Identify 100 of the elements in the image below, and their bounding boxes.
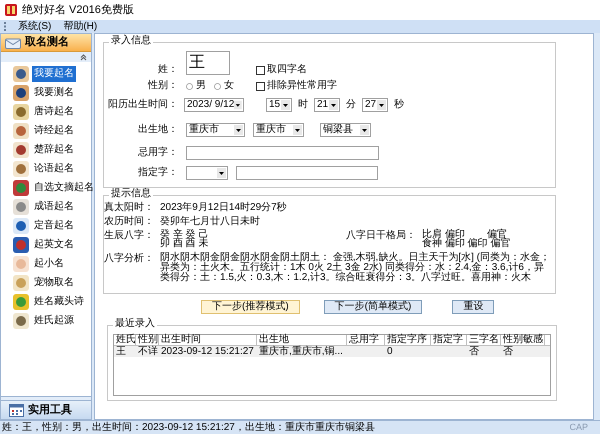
column-header[interactable]: 姓氏 <box>114 335 136 345</box>
minute-dropdown[interactable]: 21 <box>314 98 340 112</box>
sidebar-item[interactable]: 我要测名 <box>32 84 76 100</box>
radio-label: 女 <box>224 81 234 91</box>
emblem-icon <box>13 312 29 328</box>
pattern-text: 偏官 <box>486 230 507 239</box>
status-text: 姓：王，性别：男，出生时间：2023-09-12 15:21:27，出生地：重庆市重庆市铜梁县 <box>2 422 375 432</box>
field-label: 姓： <box>157 65 178 75</box>
place-dropdown[interactable]: 重庆市 <box>253 123 304 137</box>
field-label: 性别： <box>146 81 178 91</box>
table-cell: 否 <box>469 346 479 357</box>
field-label: 阳历出生时间： <box>107 100 178 110</box>
checkbox-label: 取四字名 <box>267 65 307 75</box>
sidebar-item[interactable]: 论语起名 <box>32 160 76 176</box>
bazi-text: 卯 酉 酉 未 <box>160 239 210 248</box>
column-header[interactable]: 三字名 <box>467 335 501 345</box>
column-header[interactable]: 指定字 <box>431 335 467 345</box>
info-text: 癸卯年七月廿八日未时 <box>160 216 260 227</box>
emblem-icon <box>13 256 29 272</box>
sidebar-item[interactable]: 楚辞起名 <box>32 142 76 158</box>
sidebar-footer[interactable]: 实用工具 <box>1 400 91 419</box>
second-dropdown[interactable]: 27 <box>362 98 388 112</box>
place-dropdown[interactable]: 重庆市 <box>186 123 245 137</box>
action-button[interactable]: 下一步(简单模式) <box>324 300 422 314</box>
group-title: 最近录入 <box>113 319 157 329</box>
status-indicator: CAP <box>569 423 588 432</box>
table-cell: 重庆市,重庆市,铜... <box>259 346 343 357</box>
emblem-icon <box>13 236 29 252</box>
emblem-icon <box>13 218 29 234</box>
checkbox-label: 排除异性常用字 <box>267 81 337 91</box>
action-button[interactable]: 下一步(推荐模式) <box>201 300 300 314</box>
unit-label: 秒 <box>394 100 404 110</box>
calendar-icon <box>9 404 24 416</box>
hour-dropdown[interactable]: 15 <box>266 98 292 112</box>
column-header[interactable]: 出生地 <box>257 335 347 345</box>
column-header[interactable]: 指定字序 <box>385 335 431 345</box>
table-cell: 王 <box>116 346 126 357</box>
radio-label: 男 <box>196 81 206 91</box>
unit-label: 时 <box>298 100 308 110</box>
sidebar-item[interactable]: 宠物取名 <box>32 274 76 290</box>
table-cell: 不详 <box>138 346 158 357</box>
sidebar-item[interactable]: 姓名藏头诗 <box>32 294 86 310</box>
sidebar-item[interactable]: 起小名 <box>32 256 66 272</box>
emblem-icon <box>13 104 29 120</box>
sidebar-item[interactable]: 起英文名 <box>32 236 76 252</box>
sidebar-item[interactable]: 唐诗起名 <box>32 104 76 120</box>
action-button[interactable]: 重设 <box>452 300 494 314</box>
emblem-icon <box>13 198 29 214</box>
sidebar-item[interactable]: 姓氏起源 <box>32 312 76 328</box>
table-cell: 否 <box>503 346 513 357</box>
checkbox[interactable] <box>256 66 265 74</box>
radio-button[interactable] <box>186 82 193 90</box>
info-text: 2023年9月12日14时29分7秒 <box>160 202 287 213</box>
date-picker[interactable]: 2023/ 9/12 <box>184 98 244 112</box>
emblem-icon <box>13 160 29 176</box>
sidebar-item[interactable]: 我要起名 <box>32 66 76 82</box>
column-header[interactable]: 性别 <box>136 335 159 345</box>
sidebar-item[interactable]: 成语起名 <box>32 198 76 214</box>
field-label: 生辰八字： <box>104 230 154 241</box>
column-header[interactable]: 性别敏感 <box>501 335 545 345</box>
table-cell: 0 <box>387 346 393 357</box>
column-header[interactable]: 出生时间 <box>159 335 257 345</box>
input-field[interactable] <box>236 166 378 180</box>
field-label: 指定字： <box>137 168 178 178</box>
checkbox[interactable] <box>256 82 265 90</box>
envelope-icon <box>5 36 21 49</box>
bazi-text: 癸 辛 癸 己 <box>160 230 210 239</box>
pattern-text: 比肩 偏印 <box>422 230 465 239</box>
surname-field[interactable]: 王 <box>186 51 230 75</box>
emblem-icon <box>13 274 29 290</box>
dropdown[interactable] <box>186 166 228 180</box>
emblem-icon <box>13 122 29 138</box>
sidebar-item[interactable]: 定音起名 <box>32 218 76 234</box>
sidebar-item[interactable]: 诗经起名 <box>32 122 76 138</box>
field-label: 真太阳时： <box>104 202 154 213</box>
field-label: 八字分析： <box>104 253 154 264</box>
sidebar-item[interactable]: 自选文摘起名 <box>32 180 96 196</box>
emblem-icon <box>13 180 29 196</box>
menu-item[interactable]: 系统(S) <box>18 22 52 32</box>
input-field[interactable] <box>186 146 379 160</box>
field-label: 忌用字： <box>137 148 178 158</box>
group-title: 提示信息 <box>109 189 153 199</box>
place-dropdown[interactable]: 铜梁县 <box>320 123 371 137</box>
emblem-icon <box>13 84 29 100</box>
unit-label: 分 <box>346 100 356 110</box>
pattern-text: 食神 偏印 偏印 偏官 <box>422 239 510 248</box>
field-label: 八字日干格局： <box>346 230 416 241</box>
sidebar-header[interactable]: 取名测名 <box>1 34 91 52</box>
app-logo-icon <box>4 3 18 17</box>
analysis-text: 阴水阴木阴金阴金阴水阴金阴土阴土： 金强,木弱,缺火。日主天干为[水] (同类为：水金；异类为：土火木。五行统计：1木 0火 2土 3金 2水) 同类得分：水：2.4,金：3.6,计6，异类得分：土：1.5,火：0.3,木：1.2,计3。综合旺衰得分：3。八字过旺。喜用神：火木 <box>160 253 550 283</box>
field-label: 出生地： <box>137 125 178 135</box>
group-title: 录入信息 <box>109 36 153 46</box>
emblem-icon <box>13 294 29 310</box>
table-cell: 2023-09-12 15:21:27 <box>161 346 254 357</box>
menu-item[interactable]: 帮助(H) <box>63 22 98 32</box>
field-label: 农历时间： <box>104 216 154 227</box>
radio-button[interactable] <box>214 82 221 90</box>
emblem-icon <box>13 142 29 158</box>
column-header[interactable]: 忌用字 <box>347 335 385 345</box>
window-title: 绝对好名 V2016免费版 <box>22 2 134 18</box>
